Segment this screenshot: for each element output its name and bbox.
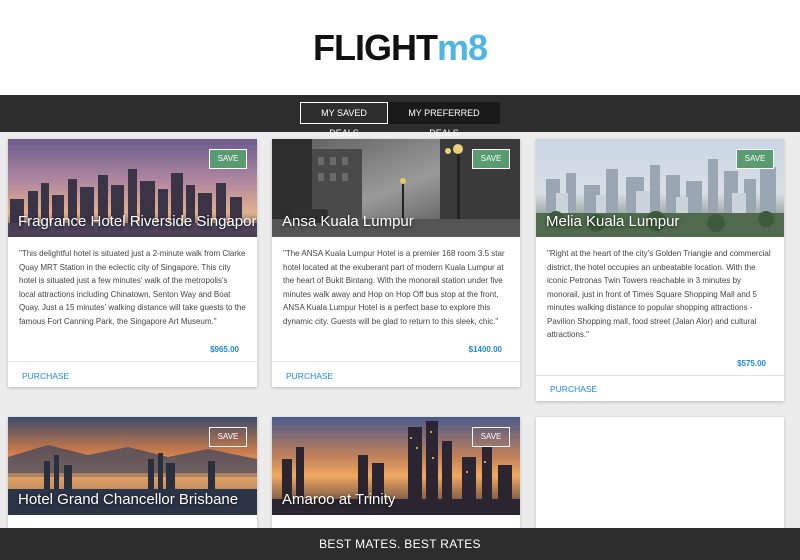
deal-title: Ansa Kuala Lumpur [282,213,414,230]
save-button[interactable]: SAVE [209,427,247,447]
logo[interactable]: FLIGHTm8 [0,28,800,68]
deal-title: Amaroo at Trinity [282,491,396,508]
card-divider [272,361,520,362]
card-divider [536,375,784,376]
deal-card-placeholder [536,417,784,528]
purchase-button[interactable]: PURCHASE [550,384,597,394]
save-button[interactable]: SAVE [472,149,510,169]
purchase-button[interactable]: PURCHASE [286,371,333,381]
purchase-button[interactable]: PURCHASE [22,371,69,381]
hotel-image: Fragrance Hotel Riverside Singapore SAVE [8,139,257,237]
deal-title: Melia Kuala Lumpur [546,213,680,230]
deal-card: Ansa Kuala Lumpur SAVE "The ANSA Kuala L… [272,139,520,387]
tab-my-saved-deals[interactable]: MY SAVED DEALS [300,102,388,138]
save-button[interactable]: SAVE [209,149,247,169]
logo-part-flight: FLIGHT [312,27,438,68]
deal-price: $575.00 [737,359,766,368]
save-button[interactable]: SAVE [472,427,510,447]
deal-title: Fragrance Hotel Riverside Singapore [18,213,257,230]
header: FLIGHTm8 [0,0,800,95]
hotel-image: Ansa Kuala Lumpur SAVE [272,139,520,237]
deal-description: "Right at the heart of the city's Golden… [547,249,771,339]
deal-card: Melia Kuala Lumpur SAVE "Right at the he… [536,139,784,401]
hotel-image: Hotel Grand Chancellor Brisbane SAVE [8,417,257,515]
logo-part-m8: m8 [436,27,488,68]
footer-tagline: BEST MATES. BEST RATES [0,528,800,560]
deal-card: Fragrance Hotel Riverside Singapore SAVE… [8,139,257,387]
card-divider [8,361,257,362]
save-button[interactable]: SAVE [736,149,774,169]
deal-description: "The ANSA Kuala Lumpur Hotel is a premie… [283,249,505,326]
deal-card: Hotel Grand Chancellor Brisbane SAVE [8,417,257,528]
deals-tabs: MY SAVED DEALS MY PREFERRED DEALS [300,102,500,138]
deal-price: $965.00 [210,345,239,354]
deals-grid: Fragrance Hotel Riverside Singapore SAVE… [0,132,800,528]
deal-title: Hotel Grand Chancellor Brisbane [18,491,239,508]
hotel-image: Amaroo at Trinity SAVE [272,417,520,515]
tab-my-preferred-deals[interactable]: MY PREFERRED DEALS [388,102,500,138]
deal-card: Amaroo at Trinity SAVE [272,417,520,528]
deal-description: "This delightful hotel is situated just … [19,249,246,326]
hotel-image: Melia Kuala Lumpur SAVE [536,139,784,237]
deals-navbar: MY SAVED DEALS MY PREFERRED DEALS [0,95,800,138]
deal-price: $1400.00 [468,345,502,354]
